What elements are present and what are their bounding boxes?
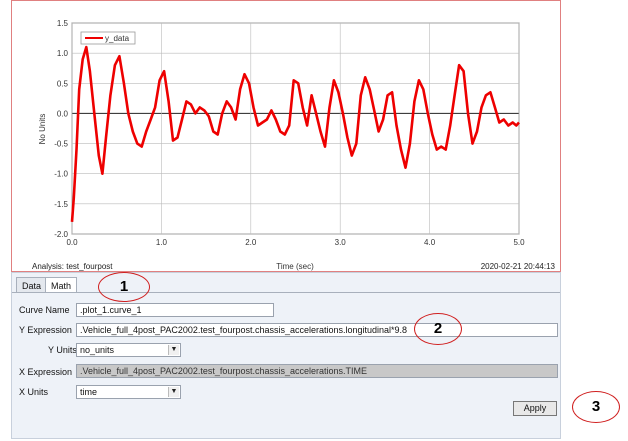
y-expression-field[interactable]: .Vehicle_full_4post_PAC2002.test_fourpos… [76,323,558,337]
x-tick-label: 0.0 [66,238,78,247]
x-tick-label: 5.0 [513,238,525,247]
x-tick-label: 4.0 [424,238,436,247]
y-tick-label: 1.5 [57,19,69,28]
timestamp-label: 2020-02-21 20:44:13 [481,262,556,271]
y-units-select[interactable]: no_units ▼ [76,343,181,357]
y-tick-label: -1.0 [54,170,68,179]
y-tick-labels: 1.51.00.50.0-0.5-1.0-1.5-2.0 [54,19,68,239]
plot-chart: 1.51.00.50.0-0.5-1.0-1.5-2.0 0.0 1.0 2.0 3.… [32,19,556,271]
x-units-value: time [80,387,98,397]
curve-name-field[interactable]: .plot_1.curve_1 [76,303,274,317]
apply-button[interactable]: Apply [513,401,557,416]
y-tick-label: -0.5 [54,140,68,149]
y-units-value: no_units [80,345,115,355]
y-tick-label: 1.0 [57,49,69,58]
y-expression-label: Y Expression [19,325,72,335]
x-axis-title: Time (sec) [276,262,314,271]
annotation-circle-3: 3 [572,391,620,423]
legend-label: y_data [105,34,130,43]
y-units-label: Y Units [48,345,77,355]
annotation-circle-1: 1 [98,272,150,302]
curve-name-label: Curve Name [19,305,70,315]
annotation-circle-2: 2 [414,313,462,345]
curve-properties-panel: Data Math Curve Name .plot_1.curve_1 Y E… [11,272,561,439]
x-units-label: X Units [19,387,49,397]
chevron-down-icon[interactable]: ▼ [168,387,179,397]
tab-math[interactable]: Math [45,277,78,293]
plot-panel: 1.5 1.0 0.5 0.0 -0.5 -1.0 -1.5 -2.0 0.0 1.0 2.0 3.… [11,0,561,272]
y-tick-label: -1.5 [54,200,68,209]
x-expression-label: X Expression [19,367,73,377]
x-tick-labels: 0.0 1.0 2.0 3.0 4.0 5.0 [66,238,525,247]
x-tick-label: 1.0 [156,238,168,247]
tab-data[interactable]: Data [16,277,48,293]
y-axis-title: No Units [38,114,47,145]
x-tick-label: 3.0 [335,238,347,247]
analysis-label: Analysis: test_fourpost [32,262,113,271]
x-expression-field: .Vehicle_full_4post_PAC2002.test_fourpos… [76,364,558,378]
chevron-down-icon[interactable]: ▼ [168,345,179,355]
plot-area [71,22,520,235]
tab-divider [12,292,560,293]
y-tick-label: 0.0 [57,109,69,118]
x-tick-label: 2.0 [245,238,257,247]
x-units-select[interactable]: time ▼ [76,385,181,399]
y-tick-label: 0.5 [57,79,69,88]
